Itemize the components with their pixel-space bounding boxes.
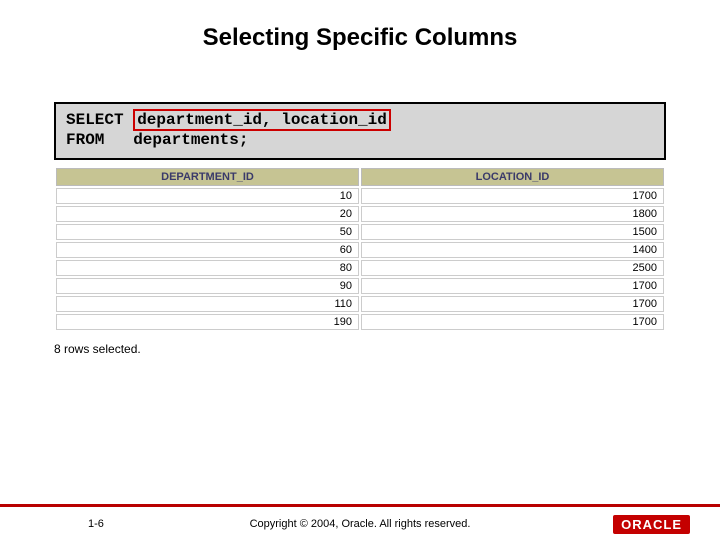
table-row: 1101700 <box>56 296 664 312</box>
cell: 1700 <box>361 188 664 204</box>
cell: 1400 <box>361 242 664 258</box>
slide-title: Selecting Specific Columns <box>0 0 720 52</box>
table-row: 501500 <box>56 224 664 240</box>
result-table: DEPARTMENT_ID LOCATION_ID 101700 201800 … <box>54 166 666 332</box>
sql-from-keyword: FROM <box>66 130 133 150</box>
table-row: 601400 <box>56 242 664 258</box>
cell: 10 <box>56 188 359 204</box>
rows-selected-label: 8 rows selected. <box>54 342 666 356</box>
table-row: 101700 <box>56 188 664 204</box>
cell: 190 <box>56 314 359 330</box>
cell: 50 <box>56 224 359 240</box>
column-header-department-id: DEPARTMENT_ID <box>56 168 359 186</box>
cell: 1700 <box>361 278 664 294</box>
cell: 1800 <box>361 206 664 222</box>
sql-line-select: SELECTdepartment_id, location_id <box>66 110 654 130</box>
copyright-text: Copyright © 2004, Oracle. All rights res… <box>0 518 720 530</box>
cell: 1500 <box>361 224 664 240</box>
query-result-area: DEPARTMENT_ID LOCATION_ID 101700 201800 … <box>54 166 666 332</box>
footer-accent-bar <box>0 504 720 507</box>
cell: 80 <box>56 260 359 276</box>
table-row: 201800 <box>56 206 664 222</box>
sql-line-from: FROMdepartments; <box>66 130 654 150</box>
cell: 2500 <box>361 260 664 276</box>
cell: 20 <box>56 206 359 222</box>
sql-from-table: departments; <box>133 131 248 149</box>
slide-footer: 1-6 Copyright © 2004, Oracle. All rights… <box>0 506 720 540</box>
cell: 1700 <box>361 314 664 330</box>
oracle-logo-text: ORACLE <box>613 515 690 534</box>
sql-code-box: SELECTdepartment_id, location_id FROMdep… <box>54 102 666 160</box>
table-row: 802500 <box>56 260 664 276</box>
sql-select-columns-highlight: department_id, location_id <box>133 109 391 131</box>
cell: 90 <box>56 278 359 294</box>
table-row: 1901700 <box>56 314 664 330</box>
cell: 60 <box>56 242 359 258</box>
sql-select-keyword: SELECT <box>66 110 133 130</box>
oracle-logo: ORACLE <box>613 515 690 534</box>
table-row: 901700 <box>56 278 664 294</box>
cell: 110 <box>56 296 359 312</box>
cell: 1700 <box>361 296 664 312</box>
column-header-location-id: LOCATION_ID <box>361 168 664 186</box>
